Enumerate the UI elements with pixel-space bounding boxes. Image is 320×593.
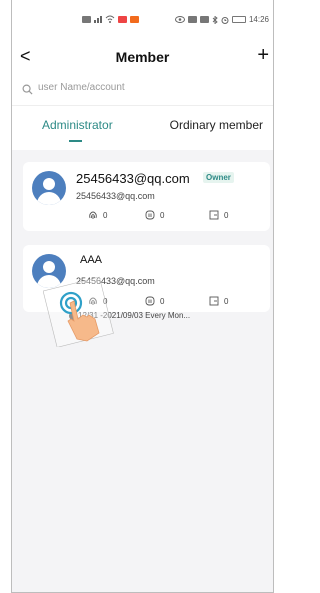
card-count: 0 bbox=[160, 296, 165, 306]
active-tab-indicator bbox=[69, 140, 82, 142]
alarm-icon bbox=[221, 16, 229, 24]
eye-icon bbox=[174, 16, 185, 23]
member-tabs: Administrator Ordinary member bbox=[12, 106, 273, 150]
member-name: 25456433@qq.com bbox=[76, 171, 190, 186]
card-stat: 0 bbox=[145, 210, 164, 220]
owner-badge: Owner bbox=[203, 172, 234, 183]
fingerprint-stat: 0 bbox=[88, 210, 107, 220]
tab-ordinary-member[interactable]: Ordinary member bbox=[170, 118, 263, 132]
tap-hand-icon bbox=[43, 276, 114, 347]
sim-icon bbox=[82, 15, 91, 23]
nfc-icon bbox=[187, 16, 197, 23]
status-left-icons bbox=[82, 15, 139, 23]
card-icon bbox=[145, 296, 155, 306]
signal-icon bbox=[94, 15, 102, 23]
password-stat: 0 bbox=[209, 210, 228, 220]
status-right-icons: 14:26 bbox=[174, 15, 269, 24]
bluetooth-icon bbox=[212, 15, 218, 24]
search-bar bbox=[12, 76, 273, 106]
card-count: 0 bbox=[160, 210, 165, 220]
search-icon bbox=[22, 84, 33, 95]
battery-icon bbox=[231, 16, 246, 23]
wifi-icon bbox=[105, 15, 115, 23]
app-red-icon bbox=[118, 15, 127, 23]
avatar bbox=[32, 171, 66, 205]
mute-icon bbox=[199, 16, 209, 23]
add-member-button[interactable]: + bbox=[257, 44, 269, 67]
password-icon bbox=[209, 210, 219, 220]
fingerprint-count: 0 bbox=[103, 210, 108, 220]
fingerprint-icon bbox=[89, 211, 97, 219]
member-card[interactable]: 25456433@qq.com Owner 25456433@qq.com 0 … bbox=[23, 162, 270, 231]
card-icon bbox=[145, 210, 155, 220]
member-account: 25456433@qq.com bbox=[76, 191, 155, 201]
password-count: 0 bbox=[224, 210, 229, 220]
app-orange-icon bbox=[130, 15, 139, 23]
password-count: 0 bbox=[224, 296, 229, 306]
page-header: < Member + bbox=[12, 38, 273, 76]
page-title: Member bbox=[115, 49, 170, 65]
card-stat: 0 bbox=[145, 296, 164, 306]
member-name: AAA bbox=[80, 254, 103, 266]
password-stat: 0 bbox=[209, 296, 228, 306]
tab-administrator[interactable]: Administrator bbox=[42, 118, 113, 132]
status-time: 14:26 bbox=[248, 15, 269, 24]
status-bar: 14:26 bbox=[12, 0, 273, 38]
password-icon bbox=[209, 296, 219, 306]
search-input[interactable] bbox=[38, 82, 238, 93]
